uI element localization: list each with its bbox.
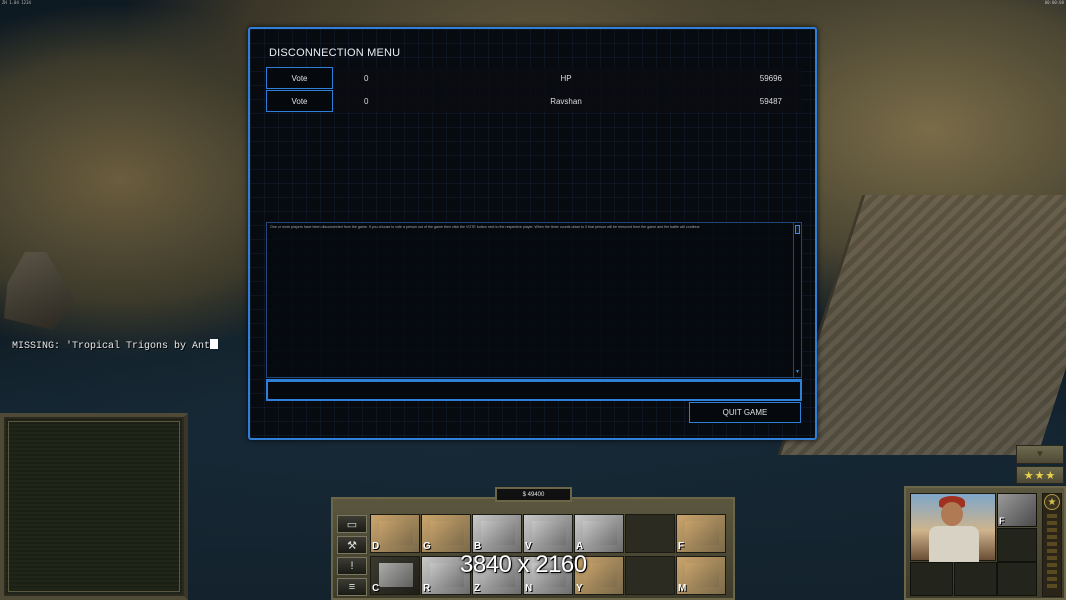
player-row: Vote 0 Ravshan 59487	[266, 90, 802, 112]
message-scrollbar[interactable]: ▼	[793, 223, 801, 377]
vote-count: 0	[364, 74, 369, 83]
hotkey-label: C	[372, 583, 380, 594]
build-button-c[interactable]: C	[370, 556, 420, 595]
rank-star-icon: ★	[1044, 494, 1060, 510]
text-cursor	[210, 339, 219, 349]
dialog-title: DISCONNECTION MENU	[269, 47, 401, 59]
wheel-icon	[685, 563, 719, 587]
hotkey-label: M	[678, 583, 687, 594]
building-icon	[583, 521, 617, 545]
upgrade-arrows-icon	[685, 521, 719, 545]
build-button-a[interactable]: A	[574, 514, 624, 553]
resolution-overlay: 3840 x 2160	[460, 551, 587, 578]
top-status-bar: ZH 1.04 1234 00:00:00	[0, 0, 1066, 5]
build-button-b[interactable]: B	[472, 514, 522, 553]
hotkey-label: N	[525, 583, 533, 594]
portrait-face	[941, 502, 963, 526]
scroll-thumb[interactable]	[795, 225, 800, 234]
missing-text: MISSING: 'Tropical Trigons by Ant	[12, 341, 211, 352]
building-icon	[379, 521, 413, 545]
build-slot-empty	[625, 556, 675, 595]
hotkey-label: F	[678, 541, 685, 552]
player-timer: 59696	[759, 74, 782, 83]
vote-button-hp[interactable]: Vote	[266, 67, 333, 89]
chat-input[interactable]	[266, 379, 802, 401]
build-button-g[interactable]: G	[421, 514, 471, 553]
vote-button-ravshan[interactable]: Vote	[266, 90, 333, 112]
unit-ability-slot[interactable]: F	[997, 493, 1037, 527]
unit-portrait	[910, 493, 996, 562]
top-status-left: ZH 1.04 1234	[2, 0, 31, 5]
building-icon	[532, 521, 566, 545]
player-name: HP	[560, 74, 572, 83]
rank-bar	[1047, 535, 1057, 539]
build-button-v[interactable]: V	[523, 514, 573, 553]
hotkey-label: Y	[576, 583, 583, 594]
building-icon	[430, 563, 464, 587]
repair-icon[interactable]: ⚒	[337, 536, 367, 554]
hotkey-label: R	[423, 583, 431, 594]
portrait-body	[929, 526, 979, 562]
rank-bar	[1047, 542, 1057, 546]
hotkey-label: F	[999, 516, 1005, 526]
top-status-right: 00:00:00	[1044, 0, 1064, 5]
build-slot-empty	[625, 514, 675, 553]
general-promotion-button[interactable]: ★★★	[1016, 466, 1064, 484]
unit-slot-empty	[997, 528, 1037, 562]
building-icon	[481, 521, 515, 545]
rank-bar	[1047, 549, 1057, 553]
unit-slot-empty	[997, 562, 1037, 596]
player-row: Vote 0 HP 59696	[266, 67, 802, 89]
rank-bar	[1047, 556, 1057, 560]
building-icon	[583, 563, 617, 587]
build-button-m[interactable]: M	[676, 556, 726, 595]
disconnection-dialog: DISCONNECTION MENU Vote 0 HP 59696 Vote …	[248, 27, 817, 440]
building-icon	[430, 521, 464, 545]
alert-icon[interactable]: !	[337, 557, 367, 575]
build-button-f[interactable]: F	[676, 514, 726, 553]
vote-count: 0	[364, 97, 369, 106]
rank-bar	[1047, 528, 1057, 532]
radar-minimap[interactable]	[0, 413, 188, 600]
missing-map-message: MISSING: 'Tropical Trigons by Ant	[12, 339, 219, 352]
options-icon[interactable]: ▭	[337, 515, 367, 533]
rank-bar	[1047, 563, 1057, 567]
hotkey-label: Z	[474, 583, 481, 594]
disconnect-message: One or more players have been disconnect…	[270, 225, 701, 229]
rank-bar	[1047, 570, 1057, 574]
building-icon	[379, 563, 413, 587]
build-button-d[interactable]: D	[370, 514, 420, 553]
hotkey-label: D	[372, 541, 380, 552]
rank-bar	[1047, 577, 1057, 581]
chevron-down-icon[interactable]: ▼	[1016, 445, 1064, 464]
rank-bar	[1047, 584, 1057, 588]
scroll-down-icon[interactable]: ▼	[795, 370, 800, 375]
player-timer: 59487	[759, 97, 782, 106]
quit-game-button[interactable]: QUIT GAME	[689, 402, 801, 423]
list-icon[interactable]: ≡	[337, 578, 367, 596]
unit-slot-empty	[910, 562, 953, 596]
message-log: One or more players have been disconnect…	[266, 222, 802, 378]
money-display: $ 49400	[495, 487, 572, 502]
unit-slot-empty	[954, 562, 997, 596]
player-name: Ravshan	[550, 97, 582, 106]
radar-screen	[8, 421, 180, 592]
rank-bar	[1047, 521, 1057, 525]
hotkey-label: G	[423, 541, 431, 552]
rank-bar	[1047, 514, 1057, 518]
